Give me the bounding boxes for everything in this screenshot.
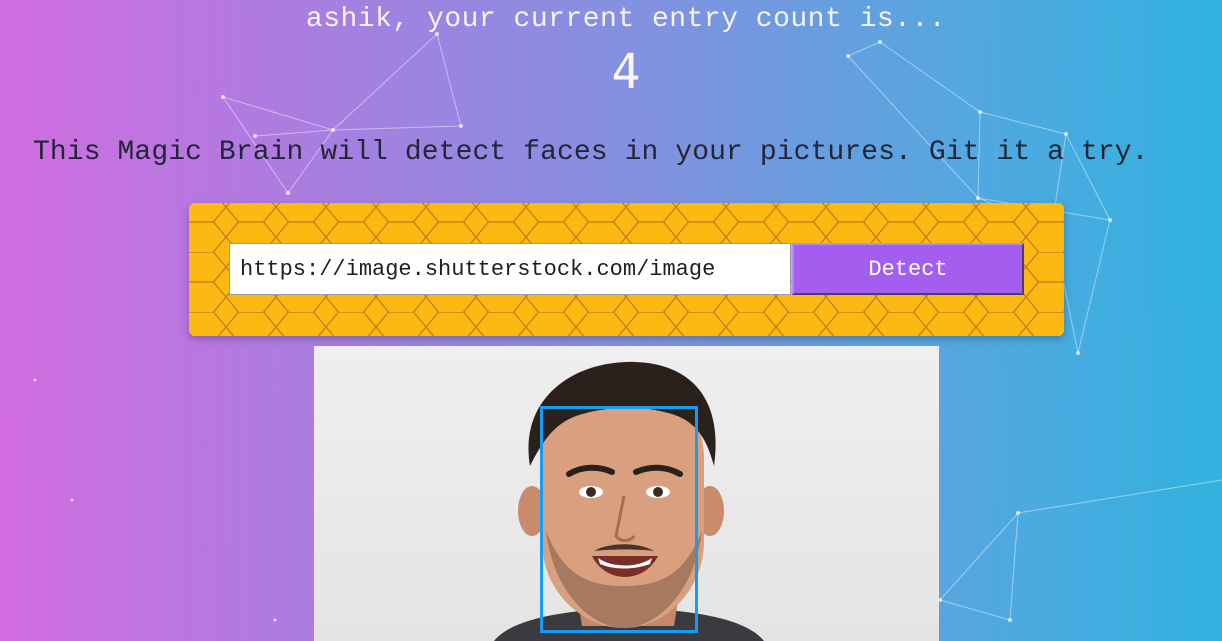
entry-count-greeting: ashik, your current entry count is...: [305, 4, 947, 35]
image-url-form: Detect: [189, 203, 1064, 336]
face-bounding-box: [540, 406, 698, 633]
detect-button[interactable]: Detect: [792, 243, 1024, 295]
entry-count-value: 4: [611, 44, 641, 100]
uploaded-photo: [314, 346, 939, 641]
image-url-input[interactable]: [229, 243, 791, 295]
app-tagline: This Magic Brain will detect faces in yo…: [33, 137, 1149, 168]
